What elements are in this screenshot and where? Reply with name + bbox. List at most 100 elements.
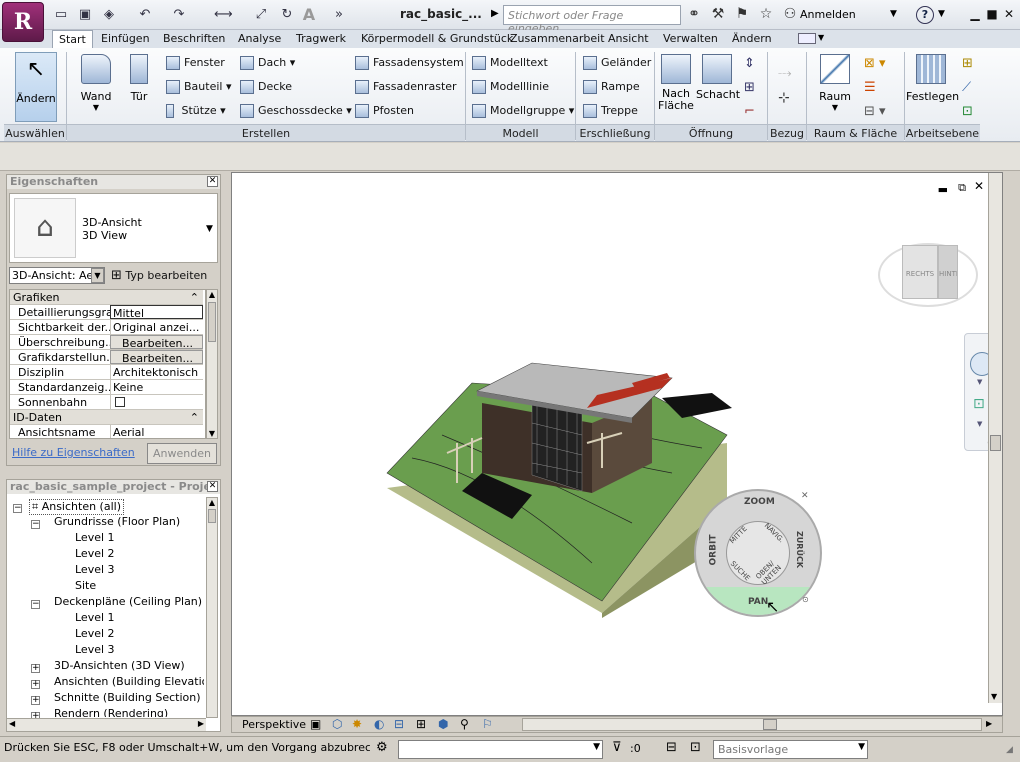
visual-style-icon[interactable]: ⬡ — [332, 717, 342, 731]
tree-sections[interactable]: Schnitte (Building Section) — [54, 691, 201, 704]
show-crop-icon[interactable]: ⊞ — [416, 717, 426, 731]
tab-start[interactable]: Start — [52, 30, 93, 48]
expand-icon[interactable]: + — [31, 664, 40, 673]
hide-isolate-icon[interactable]: ⬢ — [438, 717, 448, 731]
railing-button[interactable]: Geländer — [583, 56, 651, 70]
property-row[interactable]: Detaillierungsgrad Mittel — [10, 305, 203, 320]
tree-item[interactable]: Level 3 — [75, 563, 115, 576]
panel-room-area-label[interactable]: Raum & Fläche — [807, 124, 904, 141]
property-value[interactable]: Keine — [110, 380, 203, 394]
tree-hscrollbar[interactable]: ◀ ▶ — [7, 718, 206, 731]
scroll-up-icon[interactable]: ▲ — [207, 290, 217, 302]
open-icon[interactable]: ▭ — [52, 6, 70, 24]
tree-item[interactable]: Level 2 — [75, 547, 115, 560]
viewcube-face-back[interactable]: HINTEN — [938, 245, 958, 299]
column-button[interactable]: Stütze ▾ — [166, 104, 226, 118]
edit-type-button[interactable]: ⊞ Typ bearbeiten — [111, 268, 207, 283]
collapse-icon[interactable]: ⌃ — [190, 291, 199, 304]
edit-graphics-button[interactable]: Bearbeiten... — [110, 350, 203, 364]
detail-level-icon[interactable]: ▣ — [310, 717, 321, 731]
reveal-hidden-icon[interactable]: ⚲ — [460, 717, 469, 731]
redo-icon[interactable]: ↷ — [170, 6, 188, 24]
resize-grip-icon[interactable]: ◢ — [1006, 745, 1013, 755]
property-row[interactable]: Standardanzeig... Keine — [10, 380, 203, 395]
undo-icon[interactable]: ↶ — [136, 6, 154, 24]
stair-button[interactable]: Treppe — [583, 104, 638, 118]
search-input[interactable]: Stichwort oder Frage eingeben — [503, 5, 681, 35]
dormer-opening-icon[interactable]: ⌐ — [744, 104, 755, 119]
window-button[interactable]: Fenster — [166, 56, 225, 70]
ribbon-minimize-icon[interactable] — [798, 33, 816, 44]
wheel-dropdown-icon[interactable]: ▼ — [977, 378, 982, 386]
ribbon-options-icon[interactable]: ▼ — [818, 33, 824, 42]
wall-button[interactable]: Wand ▼ — [76, 54, 116, 112]
scroll-up-icon[interactable]: ▲ — [207, 498, 217, 507]
measure-icon[interactable]: ⟷ — [214, 6, 233, 24]
tab-insert[interactable]: Einfügen — [95, 30, 156, 48]
dropdown-icon[interactable]: ▼ — [593, 742, 600, 752]
sync-icon[interactable]: ◈ — [100, 6, 118, 24]
set-workplane-button[interactable]: Festlegen — [906, 54, 959, 103]
tab-view[interactable]: Ansicht — [602, 30, 655, 48]
instance-dropdown-icon[interactable]: ▼ — [91, 268, 104, 283]
scroll-right-icon[interactable]: ▶ — [986, 719, 992, 728]
tab-structure[interactable]: Tragwerk — [290, 30, 352, 48]
property-value[interactable]: Architektonisch — [110, 365, 203, 379]
editable-only-icon[interactable]: ⊡ — [690, 740, 701, 755]
dimension-icon[interactable]: ⤢ — [252, 6, 270, 24]
wheel-orbit[interactable]: ORBIT — [708, 535, 718, 566]
properties-help-link[interactable]: Hilfe zu Eigenschaften — [12, 446, 135, 459]
close-icon[interactable]: ✕ — [1001, 6, 1017, 22]
property-row[interactable]: Grafikdarstellun... Bearbeiten... — [10, 350, 203, 365]
scroll-right-icon[interactable]: ▶ — [198, 719, 204, 728]
scroll-thumb[interactable] — [990, 435, 1001, 451]
show-workplane-icon[interactable]: ⊞ — [962, 56, 973, 71]
level-icon[interactable]: ⤏ — [778, 66, 792, 81]
project-browser-close-icon[interactable]: ✕ — [207, 481, 218, 492]
save-icon[interactable]: ▣ — [76, 6, 94, 24]
model-text-button[interactable]: Modelltext — [472, 56, 548, 70]
expand-icon[interactable]: + — [31, 680, 40, 689]
room-separator-icon[interactable]: ⊠ ▾ — [864, 56, 886, 71]
by-face-button[interactable]: Nach Fläche — [658, 54, 694, 112]
scroll-left-icon[interactable]: ◀ — [9, 719, 15, 728]
property-row[interactable]: Sonnenbahn — [10, 395, 203, 410]
tree-scrollbar[interactable]: ▲ — [206, 497, 218, 718]
group-identity[interactable]: ID-Daten ⌃ — [10, 410, 203, 425]
collapse-icon[interactable]: − — [31, 520, 40, 529]
user-icon[interactable]: ⚇ — [780, 6, 800, 22]
type-selector[interactable]: ⌂ 3D-Ansicht 3D View ▼ — [9, 193, 218, 263]
collapse-icon[interactable]: − — [31, 600, 40, 609]
properties-scrollbar[interactable]: ▲ ▼ — [206, 289, 218, 439]
tag-icon[interactable]: ↻ — [278, 6, 296, 24]
model-line-button[interactable]: Modelllinie — [472, 80, 549, 94]
ceiling-button[interactable]: Decke — [240, 80, 292, 94]
wheel-menu-icon[interactable]: ⊙ — [802, 595, 809, 604]
tab-collaborate[interactable]: Zusammenarbeit — [504, 30, 611, 48]
modify-button[interactable]: ↖ Ändern — [15, 52, 57, 122]
edit-overrides-button[interactable]: Bearbeiten... — [110, 335, 203, 349]
scroll-down-icon[interactable]: ▼ — [207, 429, 217, 438]
wall-opening-icon[interactable]: ⇕ — [744, 56, 755, 71]
design-option-dropdown[interactable]: Basisvorlage ▼ — [713, 740, 868, 759]
qat-more-icon[interactable]: » — [330, 6, 348, 24]
search-expand-icon[interactable]: ▶ — [491, 8, 499, 19]
property-value[interactable]: Original anzei... — [110, 320, 203, 334]
expand-icon[interactable]: + — [31, 696, 40, 705]
sun-path-checkbox[interactable] — [115, 397, 125, 407]
property-row[interactable]: Disziplin Architektonisch — [10, 365, 203, 380]
help-button[interactable]: ? — [916, 6, 934, 24]
scroll-down-icon[interactable]: ▼ — [991, 692, 997, 701]
room-tag-icon[interactable]: ☰ — [864, 80, 876, 95]
properties-close-icon[interactable]: ✕ — [207, 176, 218, 187]
help-dropdown-icon[interactable]: ▼ — [938, 9, 945, 19]
room-button[interactable]: Raum ▼ — [815, 54, 855, 112]
model-group-button[interactable]: Modellgruppe ▾ — [472, 104, 574, 118]
property-row[interactable]: Ansichtsname Aerial — [10, 425, 203, 438]
tab-massing-site[interactable]: Körpermodell & Grundstück — [355, 30, 519, 48]
dropdown-icon[interactable]: ▼ — [858, 742, 865, 752]
mullion-button[interactable]: Pfosten — [355, 104, 414, 118]
zoom-dropdown-icon[interactable]: ▼ — [977, 420, 982, 428]
communication-icon[interactable]: ⚑ — [732, 6, 752, 22]
viewport-close-icon[interactable]: ✕ — [974, 179, 984, 193]
